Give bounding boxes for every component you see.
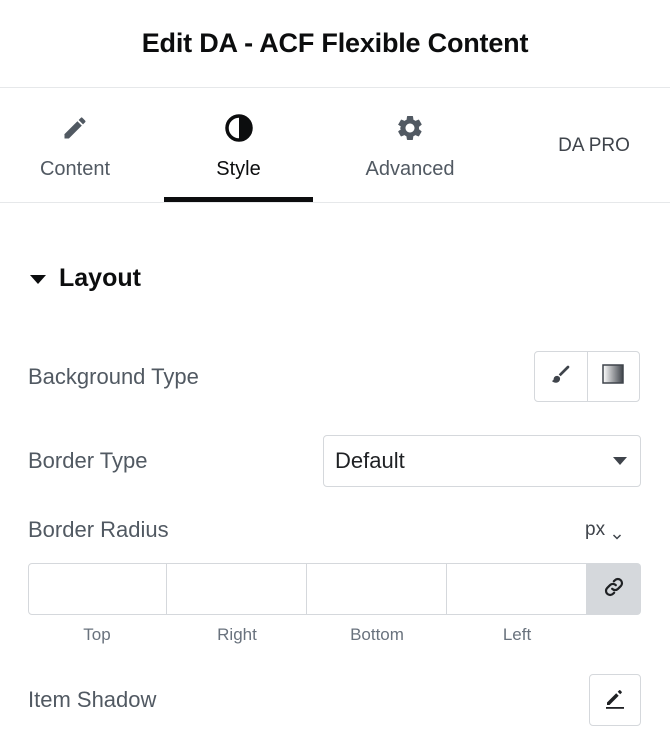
edit-pencil-icon: [603, 686, 627, 715]
panel-title: Edit DA - ACF Flexible Content: [141, 28, 529, 58]
border-radius-label: Border Radius: [28, 517, 169, 542]
chevron-down-icon: [612, 526, 622, 540]
tab-content-label: Content: [39, 158, 111, 180]
background-gradient-option[interactable]: [586, 352, 640, 401]
tab-da-pro[interactable]: DA PRO: [524, 88, 664, 202]
tab-bar: Content Style Advanced DA PRO: [0, 88, 670, 203]
tab-style[interactable]: Style: [164, 88, 313, 202]
border-radius-side-labels: Top Right Bottom Left: [28, 625, 585, 645]
gear-icon: [394, 112, 426, 144]
tab-da-pro-label: DA PRO: [558, 135, 630, 156]
gradient-icon: [602, 364, 624, 389]
side-label-right: Right: [217, 625, 257, 644]
link-values-button[interactable]: [587, 563, 641, 615]
side-label-left: Left: [502, 625, 532, 644]
tab-style-label: Style: [216, 158, 261, 180]
caret-down-icon: [613, 457, 627, 465]
border-radius-unit-selector[interactable]: px: [585, 519, 622, 541]
background-type-choices: [534, 351, 640, 402]
item-shadow-edit-button[interactable]: [589, 674, 641, 726]
tab-content[interactable]: Content: [0, 88, 150, 202]
border-type-select[interactable]: Default: [323, 435, 641, 487]
border-radius-right-input[interactable]: [167, 563, 307, 615]
border-radius-bottom-input[interactable]: [307, 563, 447, 615]
border-type-value: Default: [335, 448, 405, 473]
unit-value: px: [585, 519, 606, 540]
background-classic-option[interactable]: [535, 352, 587, 401]
half-circle-icon: [223, 112, 255, 144]
link-icon: [603, 576, 625, 603]
tab-advanced[interactable]: Advanced: [330, 88, 490, 202]
active-tab-indicator: [164, 197, 313, 202]
tab-advanced-label: Advanced: [365, 158, 455, 180]
item-shadow-label: Item Shadow: [28, 687, 157, 712]
border-radius-top-input[interactable]: [28, 563, 167, 615]
side-label-bottom: Bottom: [350, 625, 404, 644]
caret-down-icon: [30, 275, 46, 284]
border-radius-left-input[interactable]: [447, 563, 587, 615]
side-label-top: Top: [83, 625, 111, 644]
layout-section-title: Layout: [59, 264, 141, 292]
brush-icon: [550, 363, 572, 390]
border-type-label: Border Type: [28, 448, 148, 473]
panel-header: Edit DA - ACF Flexible Content: [0, 0, 670, 88]
background-type-label: Background Type: [28, 364, 199, 389]
pencil-icon: [59, 112, 91, 144]
layout-section-toggle[interactable]: Layout: [30, 264, 141, 293]
border-radius-dimensions: [28, 563, 641, 615]
